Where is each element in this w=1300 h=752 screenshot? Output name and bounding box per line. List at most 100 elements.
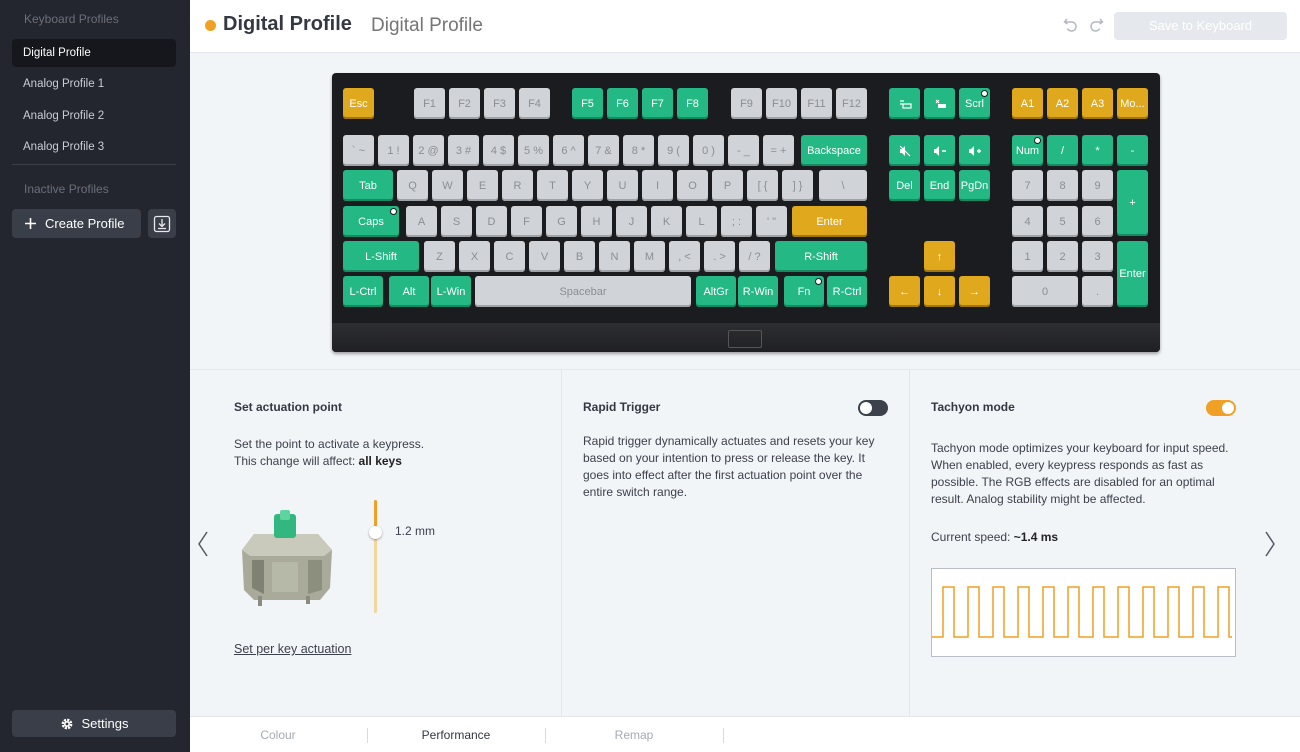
key-x[interactable]: X	[459, 241, 490, 272]
key-spacebar[interactable]: Spacebar	[475, 276, 691, 307]
key-end[interactable]: End	[924, 170, 955, 201]
key-symbol[interactable]: - _	[728, 135, 759, 166]
key-symbol[interactable]: [ {	[747, 170, 778, 201]
key-m[interactable]: M	[634, 241, 665, 272]
key-0[interactable]: 0	[1012, 276, 1078, 307]
key-tab[interactable]: Tab	[343, 170, 393, 201]
key-3[interactable]: 3 #	[448, 135, 479, 166]
key-5[interactable]: 5	[1047, 206, 1078, 237]
import-profile-button[interactable]	[148, 209, 176, 238]
key-9[interactable]: 9	[1082, 170, 1113, 201]
key-enter[interactable]: Enter	[1117, 241, 1148, 307]
key-r-win[interactable]: R-Win	[738, 276, 778, 307]
key-symbol[interactable]: ←	[889, 276, 920, 307]
key-symbol[interactable]: /	[1047, 135, 1078, 166]
key-1[interactable]: 1 !	[378, 135, 409, 166]
key-l-win[interactable]: L-Win	[431, 276, 471, 307]
key-g[interactable]: G	[546, 206, 577, 237]
key-r-shift[interactable]: R-Shift	[775, 241, 867, 272]
key-symbol[interactable]: .	[1082, 276, 1113, 307]
key-8[interactable]: 8	[1047, 170, 1078, 201]
key-7[interactable]: 7	[1012, 170, 1043, 201]
key-l-shift[interactable]: L-Shift	[343, 241, 419, 272]
next-arrow-icon[interactable]	[1263, 530, 1277, 558]
key-4[interactable]: 4	[1012, 206, 1043, 237]
tachyon-toggle[interactable]	[1206, 400, 1236, 416]
key-q[interactable]: Q	[397, 170, 428, 201]
key-2[interactable]: 2	[1047, 241, 1078, 272]
key-w[interactable]: W	[432, 170, 463, 201]
profile-name-input[interactable]	[371, 15, 571, 37]
key-l[interactable]: L	[686, 206, 717, 237]
key-y[interactable]: Y	[572, 170, 603, 201]
key-r-ctrl[interactable]: R-Ctrl	[827, 276, 867, 307]
key-6[interactable]: 6	[1082, 206, 1113, 237]
key-4[interactable]: 4 $	[483, 135, 514, 166]
key-symbol[interactable]: , <	[669, 241, 700, 272]
key-n[interactable]: N	[599, 241, 630, 272]
key-a2[interactable]: A2	[1047, 88, 1078, 119]
key-f3[interactable]: F3	[484, 88, 515, 119]
key-i[interactable]: I	[642, 170, 673, 201]
key-symbol[interactable]: -	[1117, 135, 1148, 166]
key-0[interactable]: 0 )	[693, 135, 724, 166]
key-mute[interactable]	[889, 135, 920, 166]
key-symbol[interactable]: ` ~	[343, 135, 374, 166]
key-symbol[interactable]: = +	[763, 135, 794, 166]
key-alt[interactable]: Alt	[389, 276, 429, 307]
key-a[interactable]: A	[406, 206, 437, 237]
key-symbol[interactable]: ; :	[721, 206, 752, 237]
key-7[interactable]: 7 &	[588, 135, 619, 166]
key-j[interactable]: J	[616, 206, 647, 237]
tab-remap[interactable]: Remap	[546, 717, 722, 752]
key-h[interactable]: H	[581, 206, 612, 237]
key-a3[interactable]: A3	[1082, 88, 1113, 119]
key-prtsc[interactable]	[889, 88, 920, 119]
key-f11[interactable]: F11	[801, 88, 832, 119]
key-backspace[interactable]: Backspace	[801, 135, 867, 166]
key-f9[interactable]: F9	[731, 88, 762, 119]
key-f6[interactable]: F6	[607, 88, 638, 119]
actuation-slider-thumb[interactable]	[369, 526, 382, 539]
key-e[interactable]: E	[467, 170, 498, 201]
key-6[interactable]: 6 ^	[553, 135, 584, 166]
key-v[interactable]: V	[529, 241, 560, 272]
key-symbol[interactable]: ↓	[924, 276, 955, 307]
key-enter[interactable]: Enter	[792, 206, 867, 237]
tab-performance[interactable]: Performance	[368, 717, 544, 752]
key-k[interactable]: K	[651, 206, 682, 237]
key-caps[interactable]: Caps	[343, 206, 399, 237]
key-o[interactable]: O	[677, 170, 708, 201]
key-pgdn[interactable]: PgDn	[959, 170, 990, 201]
key-fn[interactable]: Fn	[784, 276, 824, 307]
actuation-slider[interactable]	[369, 500, 382, 613]
key-symbol[interactable]: +	[1117, 170, 1148, 236]
key-a1[interactable]: A1	[1012, 88, 1043, 119]
key-del[interactable]: Del	[889, 170, 920, 201]
settings-button[interactable]: Settings	[12, 710, 176, 737]
key-f1[interactable]: F1	[414, 88, 445, 119]
create-profile-button[interactable]: Create Profile	[12, 209, 141, 238]
key-f8[interactable]: F8	[677, 88, 708, 119]
key-2[interactable]: 2 @	[413, 135, 444, 166]
profile-item-analog-3[interactable]: Analog Profile 3	[12, 133, 176, 161]
key-symbol[interactable]: *	[1082, 135, 1113, 166]
key-f4[interactable]: F4	[519, 88, 550, 119]
key-t[interactable]: T	[537, 170, 568, 201]
key-f[interactable]: F	[511, 206, 542, 237]
key-symbol[interactable]: ↑	[924, 241, 955, 272]
key-p[interactable]: P	[712, 170, 743, 201]
profile-item-analog-1[interactable]: Analog Profile 1	[12, 70, 176, 98]
key-l-ctrl[interactable]: L-Ctrl	[343, 276, 383, 307]
key-altgr[interactable]: AltGr	[696, 276, 736, 307]
key-9[interactable]: 9 (	[658, 135, 689, 166]
rapid-trigger-toggle[interactable]	[858, 400, 888, 416]
key-1[interactable]: 1	[1012, 241, 1043, 272]
key-b[interactable]: B	[564, 241, 595, 272]
key-c[interactable]: C	[494, 241, 525, 272]
key-symbol[interactable]: / ?	[739, 241, 770, 272]
key-scrl[interactable]: Scrl	[959, 88, 990, 119]
key-esc[interactable]: Esc	[343, 88, 374, 119]
profile-item-digital[interactable]: Digital Profile	[12, 39, 176, 67]
key-8[interactable]: 8 *	[623, 135, 654, 166]
